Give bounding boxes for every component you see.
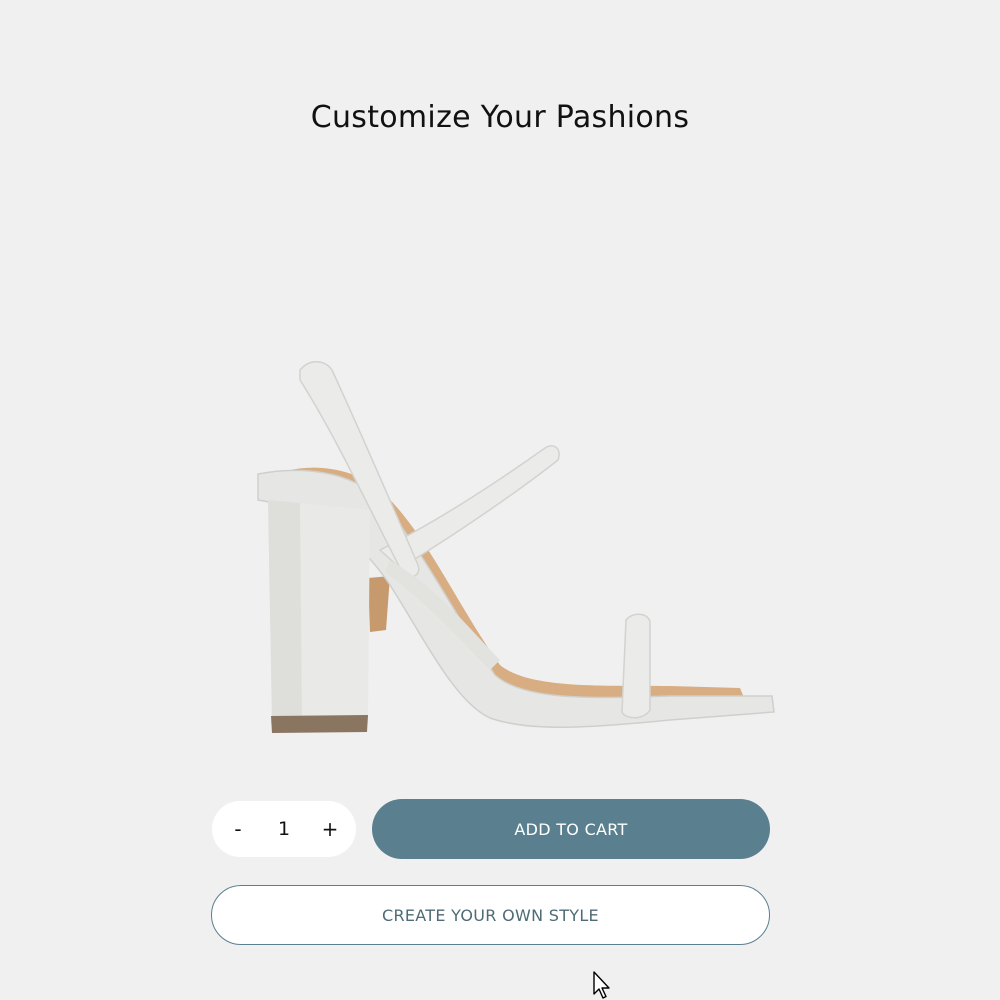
toe-strap (621, 613, 651, 719)
create-your-own-style-button[interactable]: CREATE YOUR OWN STYLE (211, 885, 770, 945)
quantity-stepper: - 1 + (212, 801, 356, 857)
heel-tip (271, 715, 368, 733)
quantity-value[interactable]: 1 (264, 818, 304, 840)
quantity-decrement-button[interactable]: - (226, 817, 250, 841)
product-image (257, 361, 775, 733)
mouse-pointer-icon (593, 971, 610, 999)
add-to-cart-button[interactable]: ADD TO CART (372, 799, 770, 859)
page-title: Customize Your Pashions (310, 100, 690, 135)
quantity-increment-button[interactable]: + (318, 817, 342, 841)
